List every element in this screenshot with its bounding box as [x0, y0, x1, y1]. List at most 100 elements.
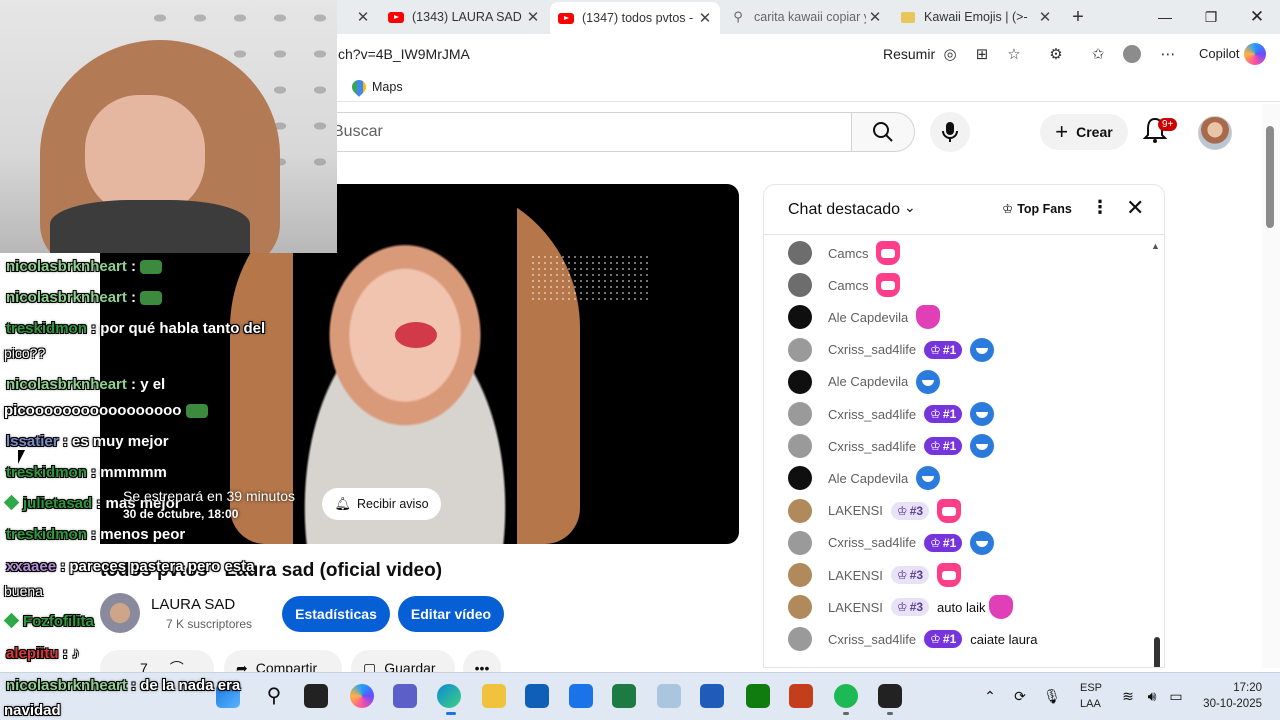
chat-author[interactable]: Cxriss_sad4life [828, 632, 916, 647]
new-tab-button[interactable]: + [1064, 4, 1092, 30]
apps-icon[interactable]: ⊞ [972, 44, 992, 64]
clock-time[interactable]: 17:20 [1218, 682, 1262, 694]
chat-avatar[interactable] [788, 595, 812, 620]
close-icon[interactable]: ✕ [1126, 195, 1144, 221]
mail-icon[interactable] [569, 684, 593, 708]
teams-icon[interactable] [393, 684, 417, 708]
account-avatar[interactable] [1198, 116, 1232, 150]
chat-more-options-icon[interactable]: ⋮ [1091, 197, 1109, 218]
chat-avatar[interactable] [788, 337, 812, 362]
app-icon[interactable] [878, 684, 902, 708]
search-input[interactable]: Buscar [333, 123, 383, 141]
chat-avatar[interactable] [788, 241, 812, 265]
file-explorer-icon[interactable] [482, 684, 506, 708]
excel-icon[interactable] [612, 684, 636, 708]
chat-message[interactable]: LAKENSI ♔ #3 [788, 559, 1148, 591]
battery-icon[interactable]: ▭ [1164, 684, 1188, 708]
chat-avatar[interactable] [788, 273, 812, 298]
chat-message[interactable]: Cxriss_sad4life ♔ #1 [788, 430, 1148, 462]
voice-search-button[interactable] [930, 112, 970, 152]
copilot-icon[interactable] [1244, 43, 1266, 65]
tab-todos-pvtos[interactable]: (1347) todos pvtos - ✕ [550, 2, 720, 34]
favorite-maps[interactable]: Maps [349, 77, 403, 97]
chat-author[interactable]: Cxriss_sad4life [828, 342, 916, 357]
resumir-button[interactable]: Resumir [883, 46, 935, 62]
chat-author[interactable]: Camcs [828, 278, 868, 293]
chat-message[interactable]: LAKENSI ♔ #3 auto laik [788, 591, 1148, 623]
keyboard-language[interactable]: ESP [1080, 682, 1102, 694]
chat-author[interactable]: Cxriss_sad4life [828, 407, 916, 422]
scroll-up-arrow-icon[interactable]: ▲ [1151, 241, 1160, 251]
chat-author[interactable]: Ale Capdevila [828, 310, 908, 325]
channel-name[interactable]: LAURA SAD [151, 596, 235, 613]
close-tab-icon[interactable]: ✕ [354, 8, 372, 26]
tab-laura-sad[interactable]: (1343) LAURA SAD - ✕ [380, 4, 548, 30]
more-options-icon[interactable]: ⋯ [1158, 44, 1178, 64]
chat-avatar[interactable] [788, 498, 812, 523]
chat-message[interactable]: Camcs [788, 269, 1148, 301]
favorite-star-icon[interactable]: ☆ [1004, 44, 1024, 64]
restore-button[interactable]: ❐ [1188, 0, 1234, 34]
copilot-taskbar-icon[interactable] [350, 684, 374, 708]
chat-message[interactable]: LAKENSI ♔ #3 [788, 495, 1148, 527]
sync-icon[interactable]: ⟳ [1008, 684, 1032, 708]
wifi-icon[interactable]: ≋ [1116, 684, 1140, 708]
create-button[interactable]: + Crear [1040, 114, 1128, 150]
task-view-icon[interactable] [304, 684, 328, 708]
chat-message[interactable]: Ale Capdevila [788, 301, 1148, 333]
chat-avatar[interactable] [788, 563, 812, 587]
close-tab-icon[interactable]: ✕ [1036, 8, 1054, 26]
chat-avatar[interactable] [788, 402, 812, 426]
chat-avatar[interactable] [788, 434, 812, 459]
chat-scrollbar[interactable] [1154, 637, 1160, 667]
microphone-icon[interactable]: 🎙︎ [1040, 684, 1064, 708]
url-field[interactable]: ch?v=4B_IW9MrJMA [338, 46, 470, 62]
volume-icon[interactable]: 🔊︎ [1140, 684, 1164, 708]
chat-avatar[interactable] [788, 305, 812, 330]
chat-avatar[interactable] [788, 369, 812, 394]
notify-me-button[interactable]: 🔔︎ Recibir aviso [322, 488, 441, 520]
close-window-button[interactable]: ✕ [1234, 0, 1280, 34]
microsoft-store-icon[interactable] [525, 684, 549, 708]
chat-message[interactable]: Ale Capdevila [788, 366, 1148, 398]
chat-author[interactable]: LAKENSI [828, 600, 883, 615]
chat-message[interactable]: Camcs [788, 237, 1148, 269]
chevron-down-icon[interactable]: ⌄ [904, 199, 916, 216]
xbox-icon[interactable] [746, 684, 770, 708]
extensions-icon[interactable]: ⚙ [1046, 44, 1066, 64]
close-tab-icon[interactable]: ✕ [524, 8, 542, 26]
chat-avatar[interactable] [788, 466, 812, 491]
keyboard-layout[interactable]: LAA [1080, 698, 1101, 710]
statistics-button[interactable]: Estadísticas [282, 596, 390, 632]
chat-author[interactable]: Ale Capdevila [828, 374, 908, 389]
chat-author[interactable]: Cxriss_sad4life [828, 535, 916, 550]
chat-message[interactable]: Cxriss_sad4life ♔ #1 [788, 398, 1148, 430]
channel-avatar[interactable] [100, 593, 140, 633]
chat-message[interactable]: Ale Capdevila [788, 462, 1148, 494]
chat-author[interactable]: Camcs [828, 246, 868, 261]
edit-video-button[interactable]: Editar vídeo [398, 596, 504, 632]
word-icon[interactable] [700, 684, 724, 708]
tab-kawaii-emojis[interactable]: Kawaii Emojis | (>- ✕ [892, 4, 1060, 30]
favorites-icon[interactable]: ✩ [1088, 44, 1108, 64]
close-tab-icon[interactable]: ✕ [866, 8, 884, 26]
copilot-button[interactable]: Copilot [1199, 46, 1239, 61]
close-tab-icon[interactable]: ✕ [696, 9, 714, 27]
search-box[interactable] [320, 112, 852, 152]
chat-message[interactable]: Cxriss_sad4life ♔ #1 caiate laura [788, 623, 1148, 655]
powerpoint-icon[interactable] [789, 684, 813, 708]
clock-date[interactable]: 30-10-2025 [1198, 698, 1262, 710]
edge-icon[interactable] [437, 684, 461, 708]
chat-author[interactable]: Ale Capdevila [828, 471, 908, 486]
chat-message[interactable]: Cxriss_sad4life ♔ #1 [788, 334, 1148, 366]
tab-partial[interactable]: ✕ [338, 4, 380, 30]
chat-message[interactable]: Cxriss_sad4life ♔ #1 [788, 527, 1148, 559]
search-icon[interactable]: ⚲ [262, 684, 286, 708]
chat-author[interactable]: Cxriss_sad4life [828, 439, 916, 454]
top-fans-button[interactable]: ♔ Top Fans [1002, 201, 1072, 217]
page-scrollbar-thumb[interactable] [1266, 126, 1274, 228]
search-button[interactable] [851, 112, 915, 152]
spotify-icon[interactable] [834, 684, 858, 708]
tab-carita-kawaii[interactable]: ⚲ carita kawaii copiar y ✕ [722, 4, 890, 30]
chat-author[interactable]: LAKENSI [828, 568, 883, 583]
